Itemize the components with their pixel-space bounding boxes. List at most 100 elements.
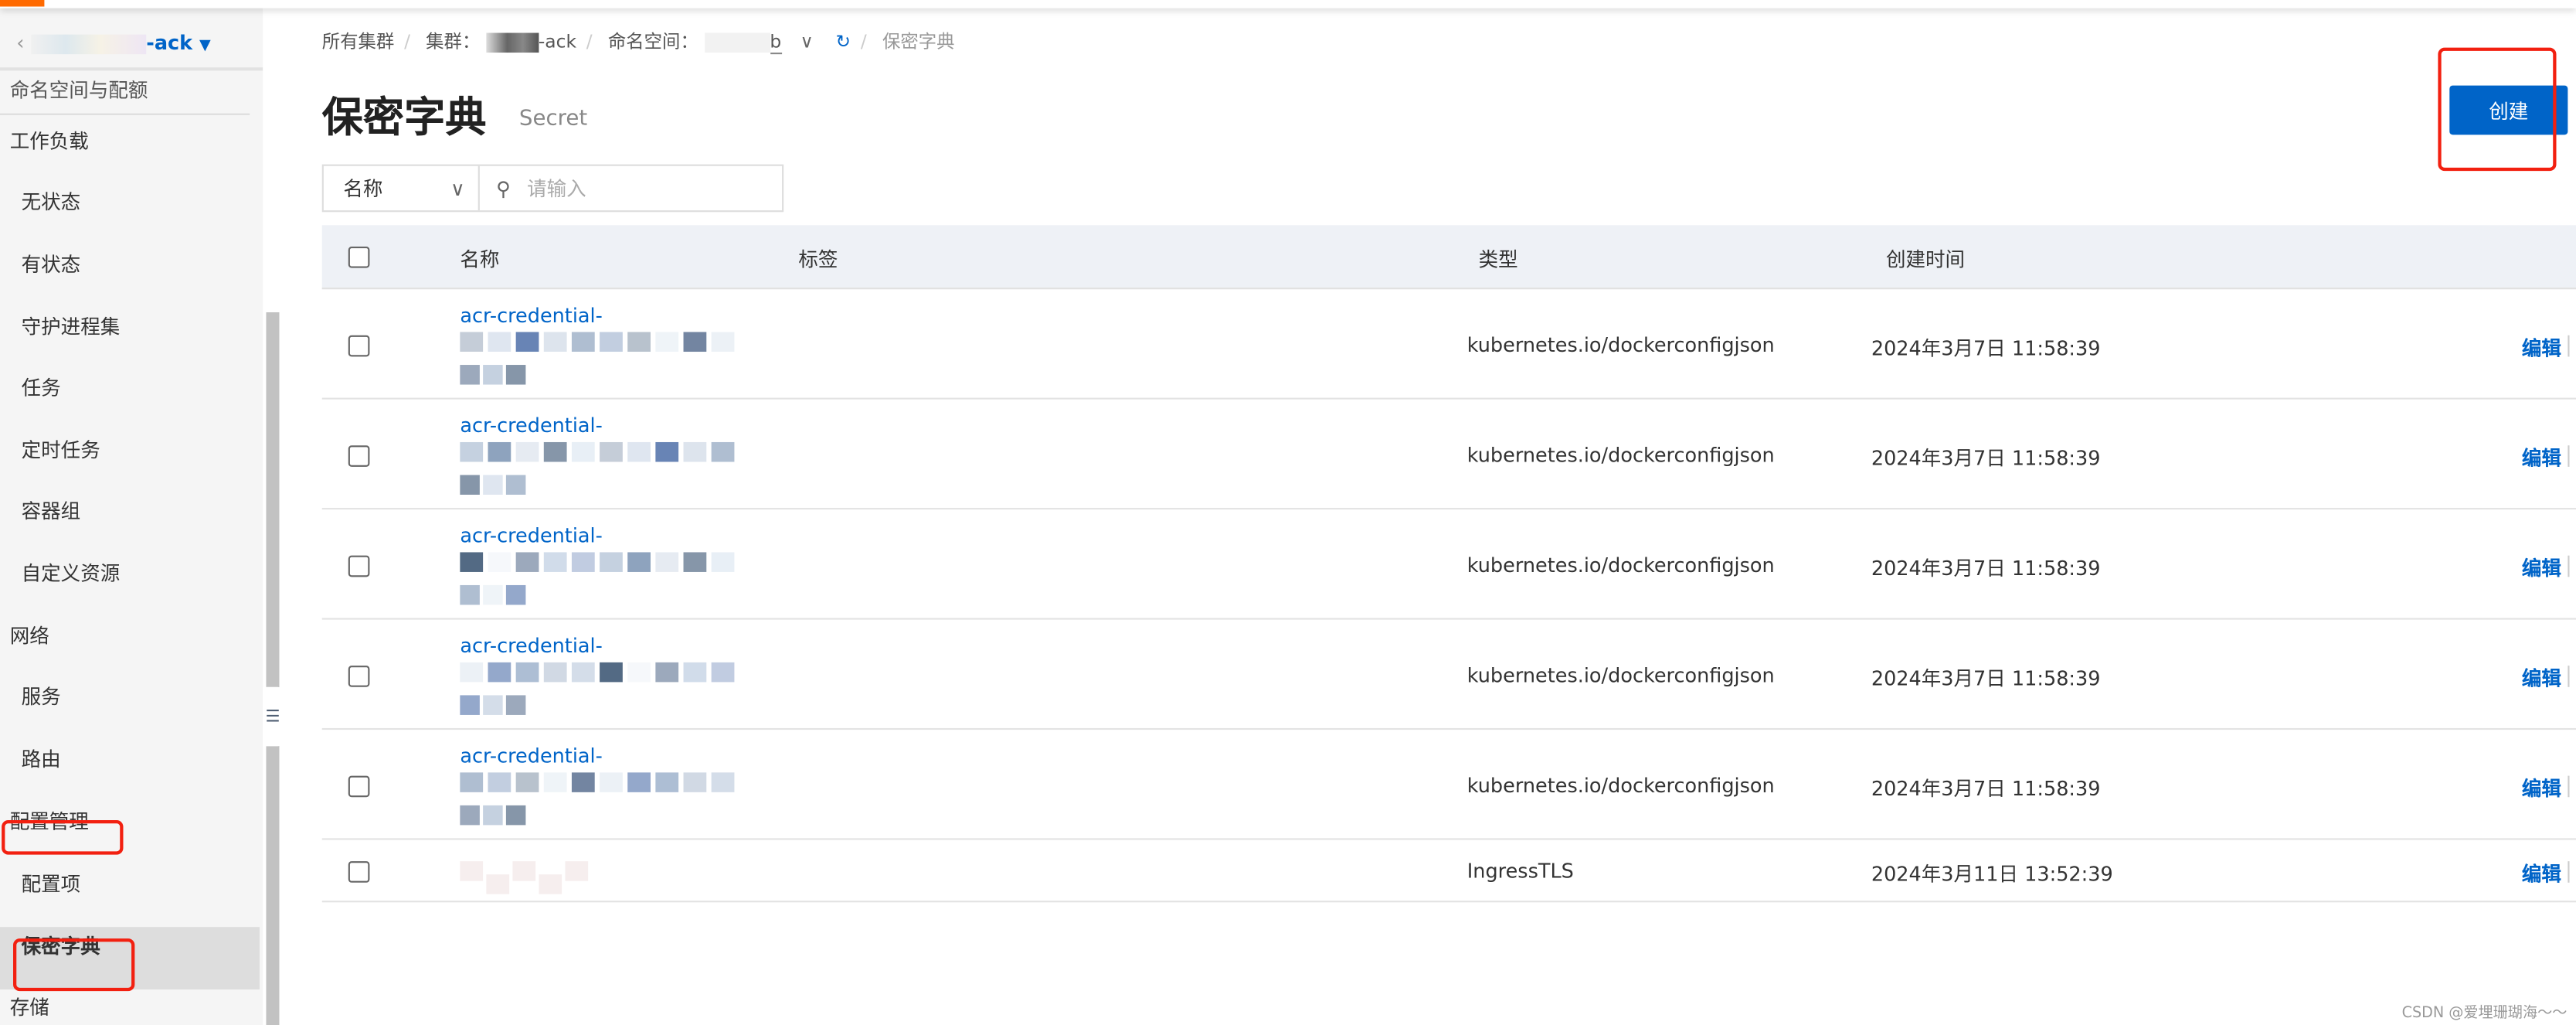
redacted-block xyxy=(543,662,567,683)
brand-logo[interactable] xyxy=(0,0,45,7)
sidebar-item-4[interactable]: 任务 xyxy=(22,372,61,405)
row-checkbox[interactable] xyxy=(348,444,370,466)
collapse-sidebar-icon[interactable]: ☰ xyxy=(263,686,283,747)
action-divider xyxy=(2568,444,2570,466)
column-header-created[interactable]: 创建时间 xyxy=(1886,245,1965,273)
sidebar: ‹ -ack ▼ 命名空间与配额 工作负载无状态有状态守护进程集任务定时任务容器… xyxy=(0,8,263,1025)
row-checkbox[interactable] xyxy=(348,775,370,797)
redacted-block xyxy=(460,475,480,495)
redacted-block xyxy=(460,772,484,792)
redacted-block xyxy=(460,332,484,352)
secret-name-link[interactable]: acr-credential- xyxy=(460,414,602,438)
redacted-block xyxy=(683,772,707,792)
sidebar-item-0[interactable]: 工作负载 xyxy=(10,125,89,158)
sidebar-item-6[interactable]: 容器组 xyxy=(22,495,81,528)
redacted-block xyxy=(460,552,484,572)
redacted-block xyxy=(460,861,484,881)
redacted-block xyxy=(460,695,480,715)
table-header: 名称 标签 类型 创建时间 xyxy=(321,225,2576,290)
redacted-block xyxy=(483,475,503,495)
caret-down-icon: ▼ xyxy=(199,37,211,55)
search-icon: ⚲ xyxy=(496,176,511,200)
redacted-block xyxy=(655,441,679,462)
sidebar-item-namespace-quota[interactable]: 命名空间与配额 xyxy=(10,74,148,107)
action-divider xyxy=(2568,861,2570,883)
top-bar xyxy=(0,0,2576,9)
redacted-block xyxy=(600,662,623,683)
back-icon[interactable]: ‹ xyxy=(16,31,24,54)
redacted-block xyxy=(627,332,651,352)
redacted-block xyxy=(571,441,595,462)
annotation-box xyxy=(2,820,124,855)
sidebar-item-3[interactable]: 守护进程集 xyxy=(22,311,121,344)
search-input[interactable]: ⚲ 请输入 xyxy=(480,166,782,210)
redacted-block xyxy=(460,441,484,462)
redacted-block xyxy=(543,772,567,792)
action-divider xyxy=(2568,775,2570,797)
redacted-block xyxy=(600,332,623,352)
redacted-block xyxy=(627,552,651,572)
sidebar-item-8[interactable]: 网络 xyxy=(10,620,49,653)
sidebar-item-5[interactable]: 定时任务 xyxy=(22,434,100,467)
redacted-block xyxy=(460,662,484,683)
secret-name-link[interactable]: acr-credential- xyxy=(460,635,602,658)
sidebar-item-10[interactable]: 路由 xyxy=(22,743,61,776)
redacted-block xyxy=(483,365,503,385)
namespace-value: b xyxy=(770,31,782,55)
namespace-select[interactable]: b ∨ xyxy=(704,31,814,55)
redacted-block xyxy=(488,662,511,683)
redacted-block xyxy=(627,772,651,792)
cluster-switcher[interactable]: ‹ -ack ▼ xyxy=(0,8,263,71)
edit-link[interactable]: 编辑 xyxy=(2522,443,2561,471)
secret-name-link[interactable]: acr-credential- xyxy=(460,744,602,768)
breadcrumb-cluster[interactable]: -ack xyxy=(539,31,576,53)
action-divider xyxy=(2568,665,2570,686)
breadcrumb-namespace-label: 命名空间： xyxy=(607,31,698,53)
redacted-block xyxy=(571,332,595,352)
page-title: 保密字典 xyxy=(321,94,487,141)
redacted-block xyxy=(543,332,567,352)
secret-type: IngressTLS xyxy=(1466,860,1574,883)
sidebar-item-7[interactable]: 自定义资源 xyxy=(22,557,121,591)
sidebar-item-12[interactable]: 配置项 xyxy=(22,868,81,901)
secret-name-link[interactable]: acr-credential- xyxy=(460,524,602,547)
sidebar-item-9[interactable]: 服务 xyxy=(22,680,61,713)
row-checkbox[interactable] xyxy=(348,861,370,883)
redacted-block xyxy=(627,441,651,462)
column-header-name[interactable]: 名称 xyxy=(460,245,499,273)
redacted-block xyxy=(683,441,707,462)
redacted-block xyxy=(505,475,526,495)
edit-link[interactable]: 编辑 xyxy=(2522,333,2561,361)
redacted-block xyxy=(571,552,595,572)
redacted-block xyxy=(460,805,480,826)
filter-field-select[interactable]: 名称 ∨ xyxy=(324,165,480,211)
sidebar-item-14[interactable]: 存储 xyxy=(10,991,49,1024)
redacted-block xyxy=(460,584,480,605)
breadcrumb-all-clusters[interactable]: 所有集群 xyxy=(322,31,395,53)
secret-type: kubernetes.io/dockerconfigjson xyxy=(1466,443,1775,466)
sidebar-item-2[interactable]: 有状态 xyxy=(22,248,81,281)
row-checkbox[interactable] xyxy=(348,554,370,577)
secret-name-link[interactable]: acr-credential- xyxy=(460,304,602,327)
redacted-block xyxy=(505,805,526,826)
refresh-icon[interactable]: ↻ xyxy=(835,31,851,53)
sidebar-scrollbar[interactable] xyxy=(266,312,280,1025)
sidebar-item-1[interactable]: 无状态 xyxy=(22,186,81,219)
cluster-name: -ack xyxy=(146,31,193,55)
redacted-block xyxy=(565,861,589,881)
redacted-block xyxy=(543,441,567,462)
redacted-block xyxy=(683,662,707,683)
created-time: 2024年3月11日 13:52:39 xyxy=(1871,863,2113,887)
row-checkbox[interactable] xyxy=(348,334,370,356)
redacted-block xyxy=(515,441,539,462)
edit-link[interactable]: 编辑 xyxy=(2522,860,2561,887)
row-checkbox[interactable] xyxy=(348,665,370,686)
select-all-checkbox[interactable] xyxy=(348,246,370,268)
table-row: acr-credential-kubernetes.io/dockerconfi… xyxy=(321,730,2576,840)
redacted-block xyxy=(627,662,651,683)
edit-link[interactable]: 编辑 xyxy=(2522,773,2561,801)
redacted-block xyxy=(711,552,735,572)
edit-link[interactable]: 编辑 xyxy=(2522,663,2561,691)
edit-link[interactable]: 编辑 xyxy=(2522,553,2561,581)
redacted-block xyxy=(483,584,503,605)
